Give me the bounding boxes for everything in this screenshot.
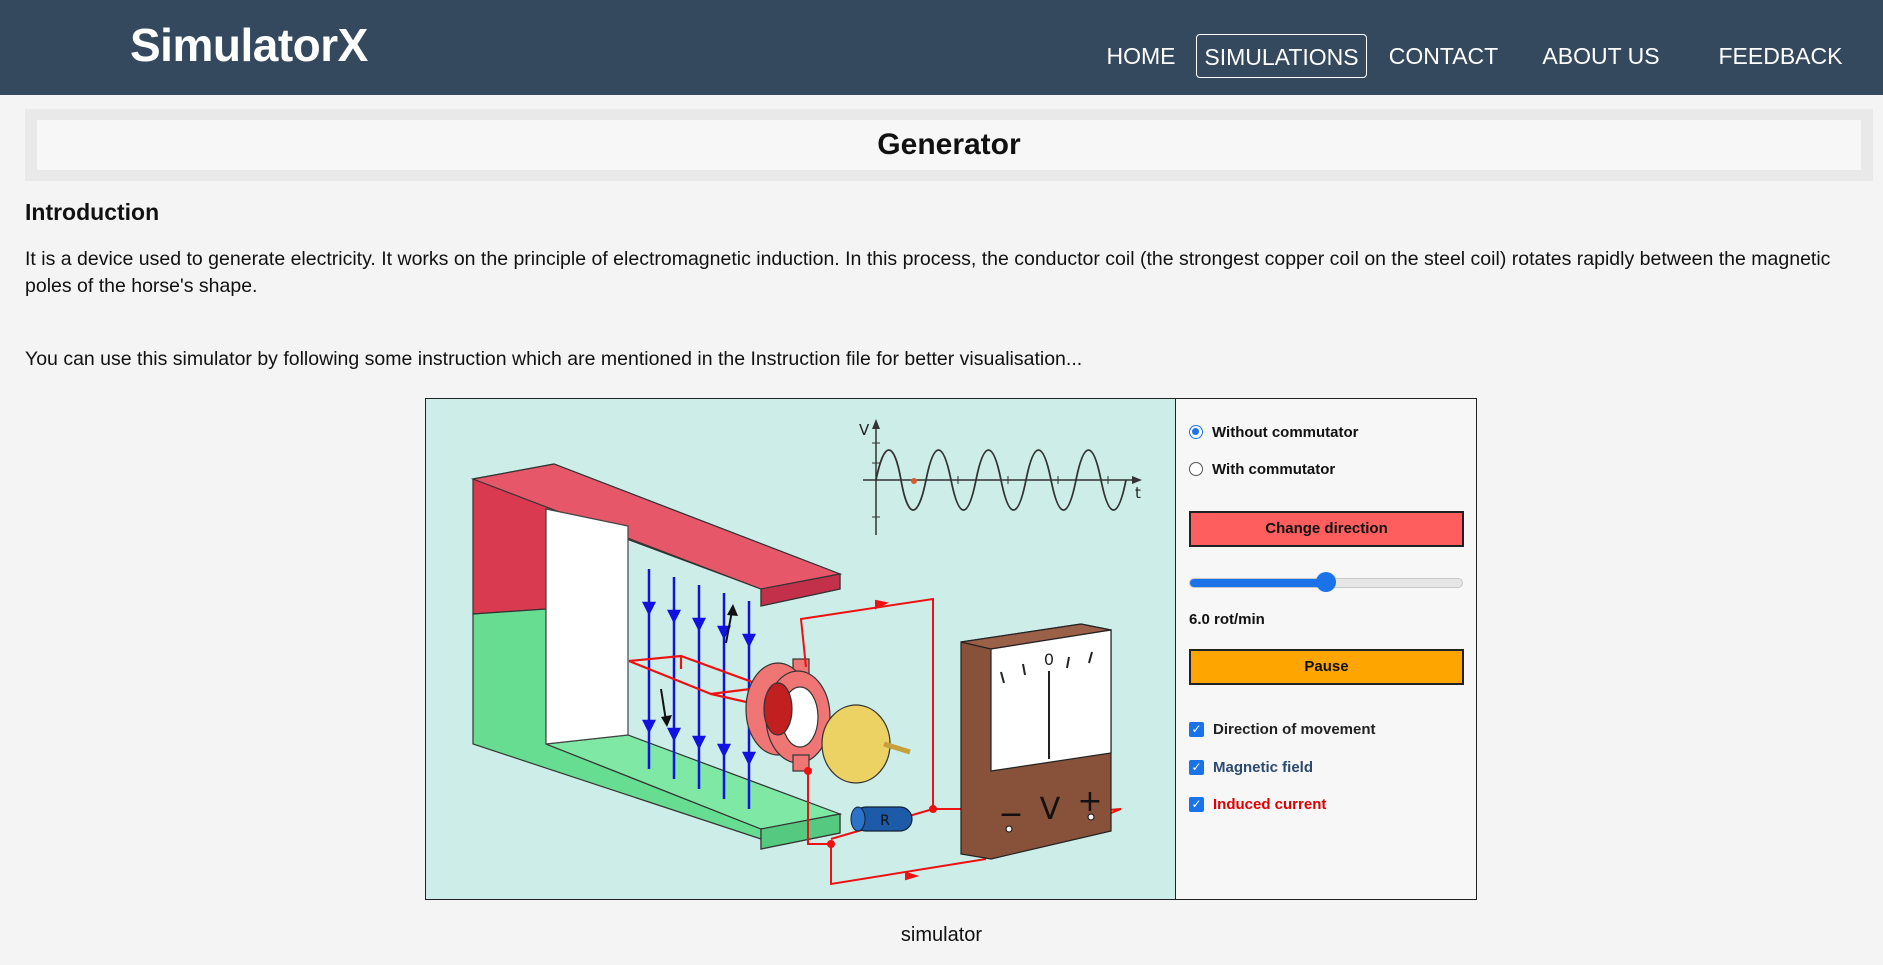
title-panel: Generator [25, 109, 1873, 181]
checkbox-checked-icon[interactable]: ✓ [1189, 796, 1204, 812]
simulator-caption: simulator [900, 924, 983, 946]
radio-selected-icon[interactable] [1189, 425, 1203, 439]
radio-unselected-icon[interactable] [1189, 462, 1203, 476]
instruction-paragraph: You can use this simulator by following … [25, 348, 1083, 370]
nav-about-us[interactable]: ABOUT US [1536, 34, 1666, 78]
toggle-induced-current[interactable]: ✓ Induced current [1189, 794, 1326, 814]
meter-v-label: V [1040, 792, 1061, 827]
generator-illustration: V t R 0 − V + [470, 419, 1142, 886]
speed-readout: 6.0 rot/min [1189, 611, 1265, 628]
intro-heading: Introduction [25, 199, 160, 225]
toggle-magnetic-field[interactable]: ✓ Magnetic field [1189, 757, 1313, 777]
brand-logo[interactable]: SimulatorX [130, 18, 368, 72]
mode-without-commutator[interactable]: Without commutator [1189, 422, 1359, 442]
voltmeter: 0 − V + [960, 623, 1112, 860]
toggle-direction-of-movement[interactable]: ✓ Direction of movement [1189, 719, 1376, 739]
toggle-direction-label: Direction of movement [1213, 720, 1376, 738]
graph-y-label: V [859, 421, 870, 439]
mode-with-commutator-label: With commutator [1212, 460, 1336, 478]
nav-home[interactable]: HOME [1093, 34, 1189, 78]
voltage-graph: V t [859, 419, 1142, 535]
speed-slider-fill [1190, 579, 1327, 587]
change-direction-button[interactable]: Change direction [1189, 511, 1464, 547]
mode-with-commutator[interactable]: With commutator [1189, 459, 1335, 479]
nav-contact[interactable]: CONTACT [1385, 34, 1502, 78]
intro-paragraph: It is a device used to generate electric… [25, 248, 1831, 297]
simulation-canvas[interactable]: V t R 0 − V + [426, 399, 1176, 899]
resistor-label: R [880, 813, 890, 829]
slip-rings [745, 658, 831, 772]
meter-zero-label: 0 [1044, 650, 1054, 669]
navbar: SimulatorX HOME SIMULATIONS CONTACT ABOU… [0, 0, 1883, 95]
mode-without-commutator-label: Without commutator [1212, 423, 1359, 441]
horseshoe-magnet [470, 463, 843, 850]
resistor: R [850, 806, 913, 832]
simulator-frame: V t R 0 − V + Without commutator With co… [425, 398, 1477, 900]
toggle-magnetic-field-label: Magnetic field [1213, 758, 1314, 776]
nav-simulations[interactable]: SIMULATIONS [1196, 34, 1367, 78]
graph-x-label: t [1135, 484, 1141, 502]
checkbox-checked-icon[interactable]: ✓ [1189, 721, 1204, 737]
toggle-induced-current-label: Induced current [1213, 795, 1327, 813]
page-title: Generator [37, 120, 1861, 170]
control-panel: Without commutator With commutator Chang… [1176, 399, 1476, 899]
pause-button[interactable]: Pause [1189, 649, 1464, 685]
crank-wheel [821, 704, 911, 784]
checkbox-checked-icon[interactable]: ✓ [1189, 759, 1204, 775]
speed-slider-thumb[interactable] [1316, 572, 1336, 592]
nav-feedback[interactable]: FEEDBACK [1698, 34, 1863, 78]
